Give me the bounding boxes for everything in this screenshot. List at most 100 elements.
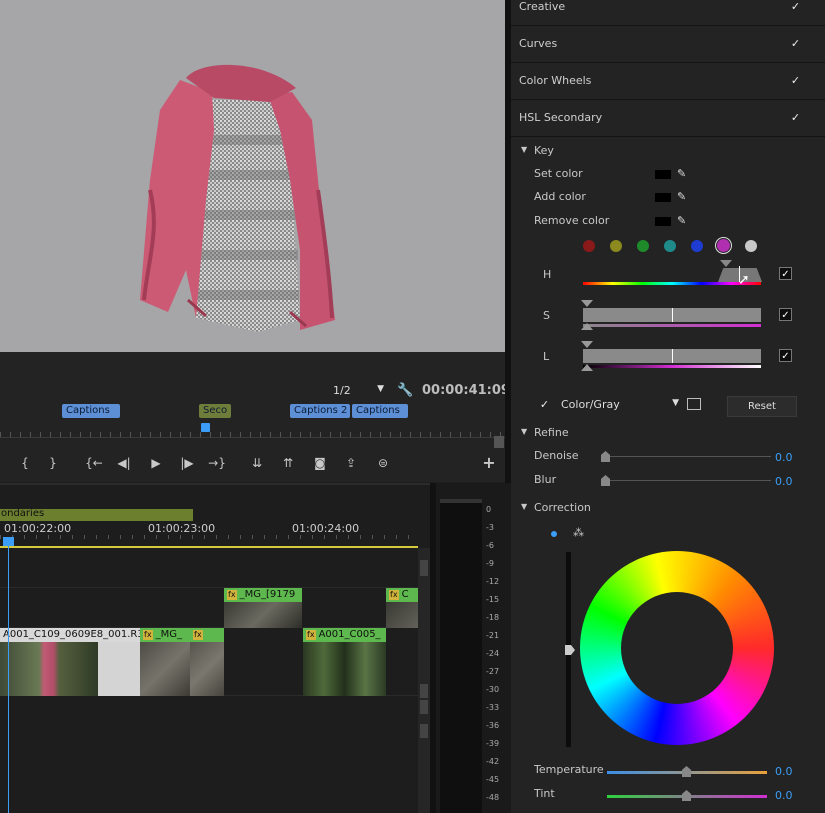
section-curves[interactable]: Curves ✓ (511, 26, 825, 63)
key-title[interactable]: Key (534, 144, 554, 157)
eyedropper-minus-icon[interactable]: ✎ (677, 214, 686, 227)
blur-handle[interactable] (601, 475, 610, 486)
clip-v1-3[interactable]: fx (190, 628, 224, 696)
monitor-time-ruler[interactable] (0, 424, 505, 438)
go-to-out-button[interactable]: →} (207, 453, 227, 473)
timeline-ruler[interactable] (0, 535, 418, 546)
insert-button[interactable]: ⇊ (247, 453, 267, 473)
mark-out-button[interactable]: } (43, 453, 63, 473)
color-wheels-checkbox[interactable]: ✓ (789, 74, 802, 87)
play-button[interactable]: ▶ (146, 453, 166, 473)
denoise-handle[interactable] (601, 451, 610, 462)
section-color-wheels[interactable]: Color Wheels ✓ (511, 63, 825, 100)
step-back-button[interactable]: ◀| (114, 453, 134, 473)
section-creative[interactable]: Creative ✓ (511, 0, 825, 26)
mask-mode-select[interactable]: Color/Gray ▼ (559, 396, 679, 413)
set-color-swatch[interactable] (655, 170, 671, 179)
clip-v1-4[interactable]: fx A001_C005_ (303, 628, 386, 696)
section-label: Curves (519, 37, 558, 50)
clip-v1-2[interactable]: fx _MG_ (140, 628, 190, 696)
step-forward-button[interactable]: |▶ (177, 453, 197, 473)
hue-slider[interactable] (583, 260, 762, 290)
l-checkbox[interactable]: ✓ (779, 349, 792, 362)
zoom-select[interactable]: 1/2 ▼ (330, 383, 386, 399)
meter-label: -42 (486, 757, 500, 766)
export-frame-button[interactable]: ◙ (310, 453, 330, 473)
preset-yellow[interactable] (610, 240, 622, 252)
meter-label: -33 (486, 703, 500, 712)
marker-captions-3[interactable]: Captions (352, 404, 408, 418)
lum-handle-top[interactable] (581, 341, 593, 348)
clip-label: A001_C005_ (318, 629, 381, 640)
scroll-thumb[interactable] (420, 700, 428, 714)
denoise-value[interactable]: 0.0 (775, 451, 793, 464)
temperature-handle[interactable] (682, 766, 691, 777)
marker-captions-2[interactable]: Captions 2 (290, 404, 350, 418)
h-checkbox[interactable]: ✓ (779, 267, 792, 280)
clip-v2-1[interactable]: fx _MG_[9179 (224, 588, 302, 628)
scroll-thumb[interactable] (420, 560, 428, 576)
scroll-thumb[interactable] (420, 684, 428, 698)
overwrite-button[interactable]: ⇈ (278, 453, 298, 473)
preset-cyan[interactable] (664, 240, 676, 252)
eyedropper-icon[interactable]: ✎ (677, 167, 686, 180)
preset-magenta[interactable] (715, 237, 732, 254)
s-checkbox[interactable]: ✓ (779, 308, 792, 321)
luminance-slider[interactable] (581, 341, 761, 371)
marker-captions-1[interactable]: Captions (62, 404, 120, 418)
reset-button[interactable]: Reset (727, 396, 797, 417)
denoise-slider[interactable] (605, 456, 771, 457)
saturation-slider[interactable] (581, 300, 761, 330)
temperature-value[interactable]: 0.0 (775, 765, 793, 778)
show-mask-checkbox[interactable]: ✓ (538, 398, 551, 411)
color-wheel-center (621, 592, 733, 704)
go-to-in-button[interactable]: {← (84, 453, 104, 473)
section-hsl-secondary[interactable]: HSL Secondary ✓ (511, 100, 825, 137)
single-wheel-icon[interactable] (551, 531, 557, 537)
timeline-scrollbar[interactable] (418, 548, 430, 813)
refine-disclosure-icon[interactable]: ▼ (521, 427, 527, 436)
scroll-thumb[interactable] (420, 724, 428, 738)
remove-color-swatch[interactable] (655, 217, 671, 226)
work-area-bar[interactable]: ondaries (0, 508, 193, 521)
correction-disclosure-icon[interactable]: ▼ (521, 502, 527, 511)
clip-v2-2[interactable]: fx C (386, 588, 418, 628)
curves-checkbox[interactable]: ✓ (789, 37, 802, 50)
marker-secondaries[interactable]: Seco (199, 404, 231, 418)
invert-mask-icon[interactable] (687, 398, 701, 410)
meter-label: -6 (486, 541, 494, 550)
correction-luma-handle[interactable] (565, 645, 575, 655)
preset-green[interactable] (637, 240, 649, 252)
preset-red[interactable] (583, 240, 595, 252)
hsl-secondary-checkbox[interactable]: ✓ (789, 111, 802, 124)
hue-top-handle[interactable] (720, 260, 732, 267)
blur-slider[interactable] (605, 480, 771, 481)
lift-button[interactable]: ⇪ (341, 453, 361, 473)
sat-handle-top[interactable] (581, 300, 593, 307)
tint-value[interactable]: 0.0 (775, 789, 793, 802)
add-color-swatch[interactable] (655, 193, 671, 202)
three-wheel-icon[interactable]: ⁂ (573, 526, 584, 539)
playhead-marker[interactable] (201, 423, 210, 432)
sat-handle-bottom[interactable] (581, 323, 593, 330)
compare-button[interactable]: ⊜ (373, 453, 393, 473)
key-disclosure-icon[interactable]: ▼ (521, 145, 527, 154)
mark-in-button[interactable]: { (15, 453, 35, 473)
color-wheel[interactable] (580, 551, 774, 745)
preset-blue[interactable] (691, 240, 703, 252)
correction-title[interactable]: Correction (534, 501, 591, 514)
add-button[interactable]: + (479, 453, 499, 473)
tint-handle[interactable] (682, 790, 691, 801)
eyedropper-plus-icon[interactable]: ✎ (677, 190, 686, 203)
preset-white[interactable] (745, 240, 757, 252)
lum-handle-bottom[interactable] (581, 364, 593, 371)
creative-checkbox[interactable]: ✓ (789, 0, 802, 13)
scroll-bar[interactable] (494, 436, 504, 448)
refine-title[interactable]: Refine (534, 426, 569, 439)
playhead-timecode[interactable]: 00:00:41:09 (422, 383, 510, 398)
blur-value[interactable]: 0.0 (775, 475, 793, 488)
l-label: L (543, 350, 550, 363)
wrench-icon[interactable]: 🔧 (397, 383, 413, 398)
clip-v1-1[interactable]: A001_C109_0609E8_001.R3 (0, 628, 140, 696)
lum-gradient (583, 365, 761, 368)
